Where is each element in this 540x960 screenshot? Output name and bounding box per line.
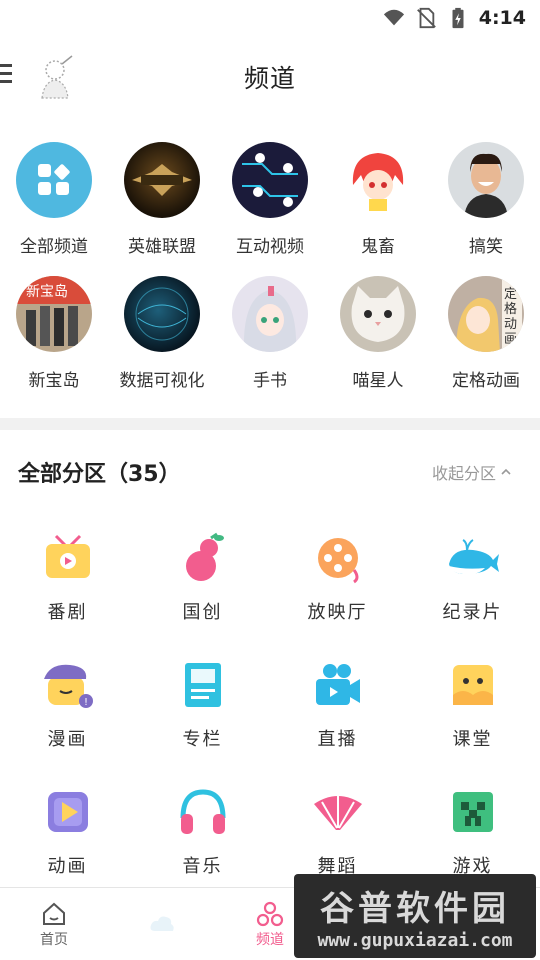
zone-label: 课堂	[452, 729, 493, 750]
zone-item[interactable]: 直播	[270, 641, 405, 768]
channel-item[interactable]: 手书	[216, 276, 324, 410]
svg-text:新宝岛: 新宝岛	[26, 284, 68, 300]
channel-label: 数据可视化	[119, 371, 205, 391]
channel-label: 新宝岛	[28, 371, 80, 391]
channel-grid: 全部频道 英雄联盟 互动视频 鬼畜 搞笑 新宝岛 新宝岛 数据可视化 手书 喵星…	[0, 118, 540, 410]
cat-icon	[340, 276, 416, 352]
tab-dynamic[interactable]	[108, 888, 216, 960]
zone-label: 漫画	[47, 729, 88, 750]
zone-item[interactable]: 放映厅	[270, 514, 405, 641]
channel-item[interactable]: 数据可视化	[108, 276, 216, 410]
channel-item[interactable]: 定 格 动 画 定格动画	[432, 276, 540, 410]
channel-label: 全部频道	[20, 237, 88, 257]
zone-item[interactable]: ! 漫画	[0, 641, 135, 768]
whale-icon	[448, 539, 499, 575]
wifi-icon	[383, 9, 404, 26]
watermark: 谷普软件园 www.gupuxiazai.com	[294, 874, 536, 958]
clock: 4:14	[478, 7, 526, 29]
svg-text:动: 动	[504, 317, 517, 332]
channel-item[interactable]: 喵星人	[324, 276, 432, 410]
svg-text:格: 格	[504, 301, 517, 317]
svg-text:画: 画	[504, 332, 517, 347]
tv-icon	[45, 534, 90, 578]
creeper-icon	[452, 792, 493, 832]
channel-label: 手书	[253, 371, 287, 391]
channel-item[interactable]: 新宝岛 新宝岛	[0, 276, 108, 410]
zone-item[interactable]: 纪录片	[405, 514, 540, 641]
channel-label: 定格动画	[452, 371, 520, 391]
globe-icon	[124, 276, 200, 352]
page-title: 频道	[243, 64, 296, 93]
group-photo-icon: 新宝岛	[16, 276, 92, 352]
grid-icon	[16, 142, 92, 218]
channel-label: 喵星人	[352, 371, 404, 391]
zones-header: 全部分区（35） 收起分区	[0, 430, 540, 514]
menu-icon[interactable]	[0, 64, 14, 88]
anime-girl-icon	[340, 142, 416, 218]
film-reel-icon	[317, 538, 358, 584]
tab-label: 首页	[40, 932, 68, 948]
status-bar: 4:14	[0, 0, 540, 36]
gourd-icon	[185, 532, 224, 581]
article-icon	[184, 663, 221, 707]
home-icon	[43, 902, 65, 925]
zone-item[interactable]: 番剧	[0, 514, 135, 641]
zone-label: 番剧	[47, 602, 88, 623]
channel-item[interactable]: 搞笑	[432, 142, 540, 276]
zones-title: 全部分区（35）	[18, 462, 181, 487]
no-sim-icon	[416, 7, 436, 29]
zone-label: 直播	[317, 729, 358, 750]
section-divider	[0, 418, 540, 430]
zone-item[interactable]: 课堂	[405, 641, 540, 768]
anime-sketch-icon	[232, 276, 308, 352]
zone-label: 音乐	[182, 856, 223, 877]
cloud-icon	[150, 916, 174, 931]
zone-label: 国创	[182, 602, 223, 623]
avatar[interactable]	[34, 54, 76, 100]
channel-label: 搞笑	[469, 237, 503, 257]
classroom-icon	[452, 665, 493, 705]
channel-label: 互动视频	[236, 237, 304, 257]
figure-icon: 定 格 动 画	[448, 276, 524, 352]
svg-text:定: 定	[504, 287, 517, 302]
chevron-up-icon	[501, 468, 511, 475]
zone-item[interactable]: 动画	[0, 768, 135, 895]
camera-icon	[315, 664, 360, 705]
circuit-icon	[232, 142, 308, 218]
channel-label: 鬼畜	[361, 237, 395, 257]
beret-face-icon: !	[43, 664, 93, 708]
play-card-icon	[47, 792, 88, 832]
zone-item[interactable]: 国创	[135, 514, 270, 641]
channel-item[interactable]: 英雄联盟	[108, 142, 216, 276]
collapse-zones-button[interactable]: 收起分区	[432, 460, 512, 484]
collapse-label: 收起分区	[431, 464, 496, 483]
lol-logo-icon	[124, 142, 200, 218]
channel-item[interactable]: 全部频道	[0, 142, 108, 276]
watermark-title: 谷普软件园	[320, 889, 510, 929]
headphones-icon	[180, 789, 225, 834]
zone-label: 放映厅	[307, 602, 368, 623]
svg-text:!: !	[84, 697, 88, 708]
zone-label: 专栏	[182, 729, 223, 750]
fan-icon	[313, 796, 362, 830]
channel-item[interactable]: 互动视频	[216, 142, 324, 276]
watermark-url: www.gupuxiazai.com	[317, 930, 513, 951]
laughing-man-icon	[448, 142, 524, 218]
zone-label: 纪录片	[442, 602, 503, 623]
header: 频道	[0, 36, 540, 118]
battery-charging-icon	[452, 7, 464, 29]
zone-item[interactable]: 音乐	[135, 768, 270, 895]
channel-label: 英雄联盟	[128, 237, 196, 257]
tab-label: 频道	[256, 932, 284, 948]
zone-grid: 番剧 国创 放映厅 纪录片 ! 漫画 专栏 直播 课堂 动画 音乐 舞蹈 游戏	[0, 514, 540, 895]
channel-item[interactable]: 鬼畜	[324, 142, 432, 276]
tab-home[interactable]: 首页	[0, 888, 108, 960]
zone-item[interactable]: 专栏	[135, 641, 270, 768]
channels-icon	[256, 901, 284, 927]
zone-label: 动画	[47, 856, 88, 877]
